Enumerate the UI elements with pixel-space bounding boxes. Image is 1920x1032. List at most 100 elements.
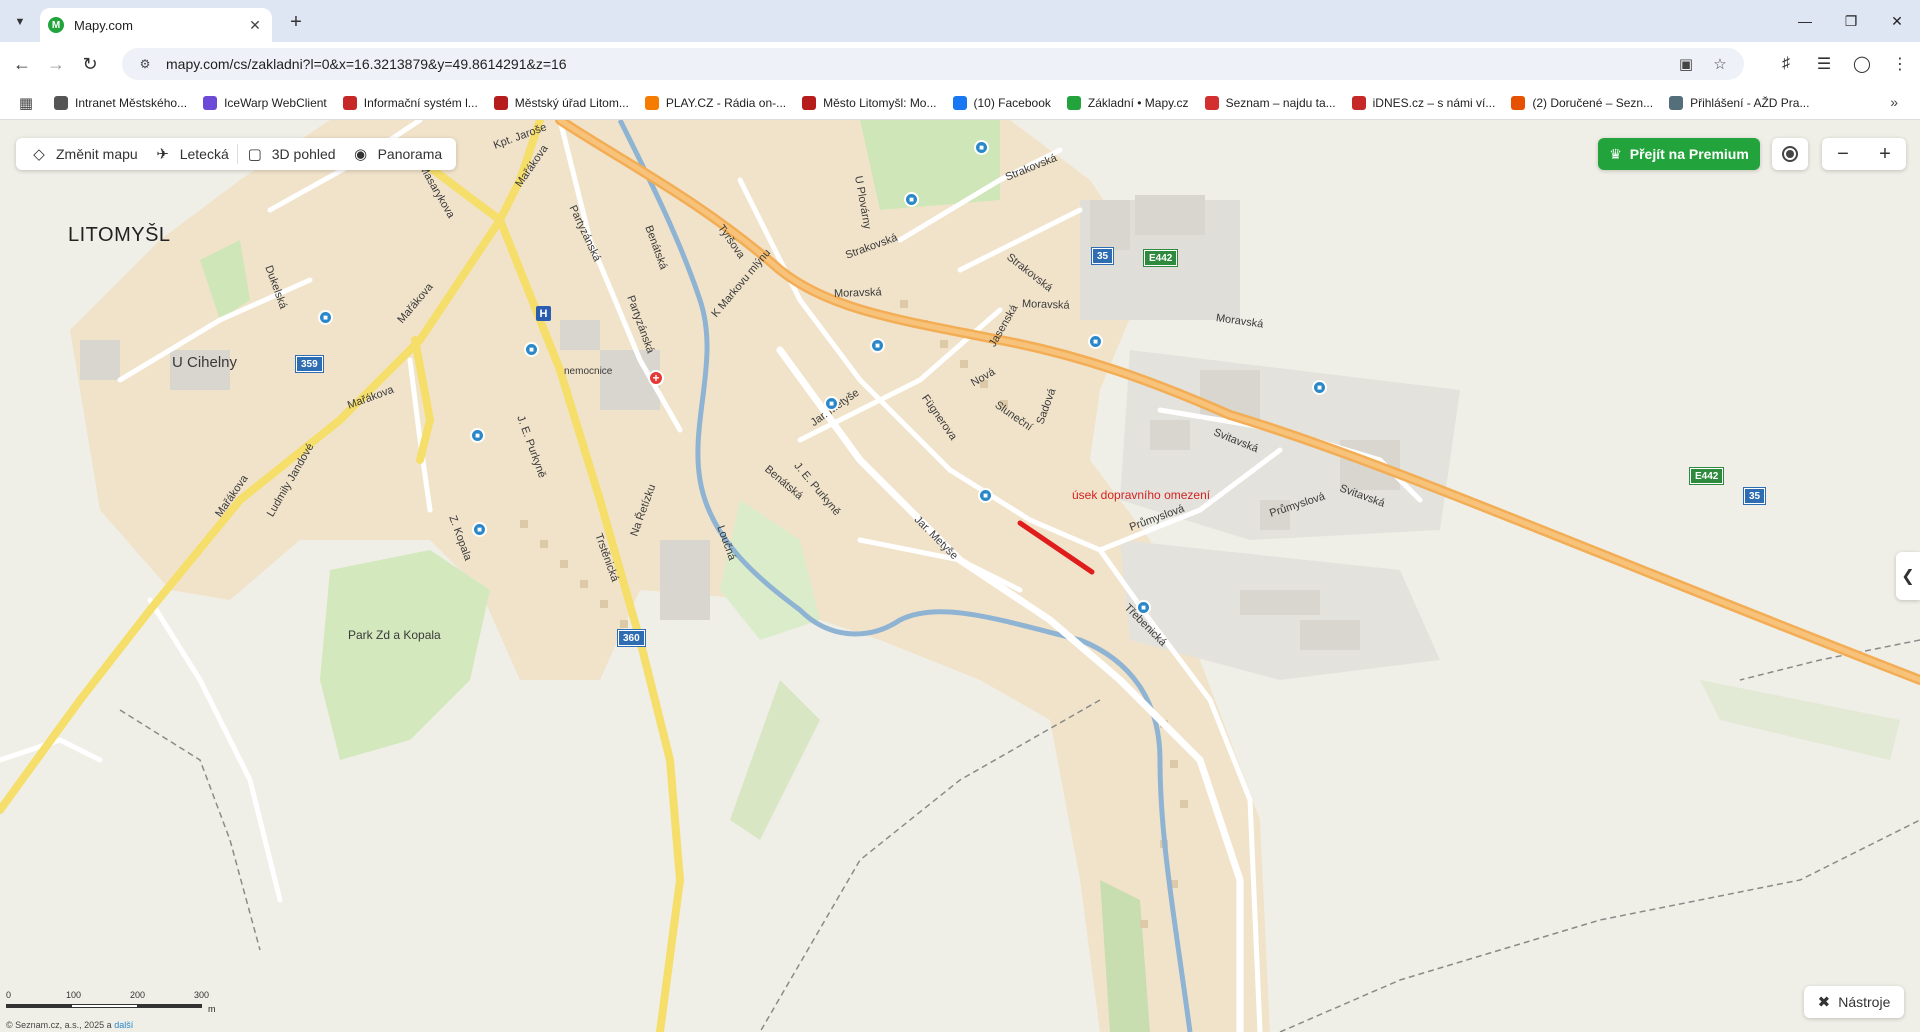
scale-tick: 200	[130, 990, 146, 1000]
aerial-button[interactable]: ✈ Letecká	[146, 138, 237, 170]
map-scale: 0 100 200 300 m	[6, 990, 216, 1020]
zoom-controls: − +	[1822, 138, 1906, 170]
bookmarks-bar: ▦ Intranet Městského... IceWarp WebClient…	[0, 86, 1920, 120]
road-shield: E442	[1142, 249, 1179, 267]
cube-icon: ▢	[247, 146, 262, 163]
bookmark-favicon-icon	[1669, 95, 1684, 110]
tab-search-chevron-icon[interactable]: ▼	[8, 10, 32, 34]
minimize-icon[interactable]: —	[1782, 0, 1828, 42]
chevron-left-icon: ❮	[1901, 568, 1915, 585]
url-text[interactable]: mapy.com/cs/zakladni?l=0&x=16.3213879&y=…	[166, 56, 1676, 72]
bookmark-favicon-icon	[802, 95, 817, 110]
first-aid-icon[interactable]: +	[648, 370, 664, 386]
bus-stop-icon[interactable]: ■	[1136, 600, 1151, 615]
install-app-icon[interactable]: ▣	[1676, 54, 1696, 74]
bookmark-favicon-icon	[54, 95, 68, 110]
bookmark-item[interactable]: Informační systém l...	[342, 95, 478, 110]
bus-stop-icon[interactable]: ■	[1088, 334, 1103, 349]
bus-stop-icon[interactable]: ■	[870, 338, 885, 353]
scale-tick: 100	[66, 990, 82, 1000]
bookmark-item[interactable]: IceWarp WebClient	[203, 95, 327, 110]
profile-icon[interactable]: ◯	[1848, 50, 1876, 78]
bookmark-item[interactable]: (10) Facebook	[952, 95, 1051, 110]
premium-button[interactable]: ♛ Přejít na Premium	[1598, 138, 1760, 170]
bookmark-item[interactable]: Seznam – najdu ta...	[1204, 95, 1336, 110]
bookmark-favicon-icon	[1511, 95, 1526, 110]
copyright: © Seznam.cz, a.s., 2025 a další	[6, 1020, 134, 1030]
road-shield: 360	[617, 629, 646, 647]
new-tab-button[interactable]: +	[282, 10, 310, 34]
tools-button[interactable]: ✖ Nástroje	[1804, 986, 1904, 1018]
tab-strip: ▼ M Mapy.com ✕ + — ❐ ✕	[0, 0, 1920, 42]
bookmark-star-icon[interactable]: ☆	[1710, 54, 1730, 74]
bookmark-item[interactable]: Městský úřad Litom...	[493, 95, 629, 110]
3d-view-button[interactable]: ▢ 3D pohled	[238, 138, 344, 170]
bookmark-favicon-icon	[952, 95, 967, 110]
bookmark-favicon-icon	[644, 95, 659, 110]
airplane-icon: ✈	[156, 146, 169, 163]
tab-title: Mapy.com	[74, 17, 133, 33]
toolbar-right: ♯ ☰ ◯ ⋮	[1772, 50, 1914, 78]
bookmark-favicon-icon	[1204, 95, 1219, 110]
address-bar[interactable]: ⚙ mapy.com/cs/zakladni?l=0&x=16.3213879&…	[122, 48, 1744, 80]
scale-bar	[6, 1004, 202, 1008]
bookmarks-overflow-icon[interactable]: »	[1890, 94, 1898, 110]
bus-stop-icon[interactable]: ■	[472, 522, 487, 537]
bus-stop-icon[interactable]: ■	[978, 488, 993, 503]
street-label: Moravská	[1021, 298, 1070, 312]
site-info-icon[interactable]: ⚙	[136, 55, 154, 73]
reload-icon[interactable]: ↻	[76, 50, 104, 78]
bookmark-item[interactable]: PLAY.CZ - Rádia on-...	[644, 95, 786, 110]
street-label: Moravská	[833, 286, 882, 300]
bus-stop-icon[interactable]: ■	[974, 140, 989, 155]
map-drawing	[0, 120, 1920, 1032]
back-arrow-icon[interactable]: ←	[8, 50, 36, 78]
bookmark-item[interactable]: Intranet Městského...	[54, 95, 187, 110]
reading-list-icon[interactable]: ☰	[1810, 50, 1838, 78]
bus-stop-icon[interactable]: ■	[470, 428, 485, 443]
bookmark-favicon-icon	[203, 95, 218, 110]
bus-stop-icon[interactable]: ■	[1312, 380, 1327, 395]
bookmark-favicon-icon	[493, 95, 508, 110]
tab-mapy[interactable]: M Mapy.com ✕	[40, 8, 272, 42]
more-attribution-link[interactable]: další	[114, 1020, 133, 1030]
location-target-icon	[1782, 146, 1798, 162]
traffic-restriction-label: úsek dopravního omezení	[1072, 488, 1211, 502]
apps-grid-icon[interactable]: ▦	[16, 93, 36, 113]
locate-me-button[interactable]	[1772, 138, 1808, 170]
close-tab-icon[interactable]: ✕	[246, 16, 264, 34]
layers-icon: ◇	[33, 146, 45, 163]
bookmark-item[interactable]: Přihlášení - AŽD Pra...	[1669, 95, 1809, 110]
bookmark-item[interactable]: iDNES.cz – s námi ví...	[1351, 95, 1495, 110]
park-label: Park Zd a Kopala	[348, 628, 441, 642]
zoom-in-button[interactable]: +	[1864, 138, 1906, 170]
bus-stop-icon[interactable]: ■	[904, 192, 919, 207]
map-canvas[interactable]: LITOMYŠL U Cihelny Park Zd a Kopala nemo…	[0, 120, 1920, 1032]
panorama-button[interactable]: ◉ Panorama	[344, 138, 451, 170]
close-window-icon[interactable]: ✕	[1874, 0, 1920, 42]
bus-stop-icon[interactable]: ■	[318, 310, 333, 325]
eye-icon: ◉	[354, 146, 368, 163]
bookmark-item[interactable]: Město Litomyšl: Mo...	[802, 95, 937, 110]
bookmark-favicon-icon	[1066, 95, 1081, 110]
bus-stop-icon[interactable]: ■	[524, 342, 539, 357]
change-map-button[interactable]: ◇ Změnit mapu	[22, 138, 146, 170]
extensions-icon[interactable]: ♯	[1772, 50, 1800, 78]
window-controls: — ❐ ✕	[1782, 0, 1920, 42]
bus-stop-icon[interactable]: ■	[824, 396, 839, 411]
bookmark-item[interactable]: (2) Doručené – Sezn...	[1511, 95, 1653, 110]
side-panel-toggle[interactable]: ❮	[1896, 552, 1920, 600]
road-shield: 35	[1090, 247, 1115, 265]
area-label: U Cihelny	[172, 354, 238, 371]
bookmark-item[interactable]: Základní • Mapy.cz	[1066, 95, 1189, 110]
restore-icon[interactable]: ❐	[1828, 0, 1874, 42]
bookmark-favicon-icon	[1351, 95, 1366, 110]
road-shield: 359	[295, 355, 324, 373]
menu-kebab-icon[interactable]: ⋮	[1886, 50, 1914, 78]
tools-icon: ✖	[1817, 994, 1831, 1011]
scale-unit: m	[208, 1004, 216, 1014]
crown-icon: ♛	[1609, 145, 1622, 162]
zoom-out-button[interactable]: −	[1822, 138, 1864, 170]
forward-arrow-icon[interactable]: →	[42, 50, 70, 78]
hospital-icon[interactable]: H	[536, 306, 551, 321]
